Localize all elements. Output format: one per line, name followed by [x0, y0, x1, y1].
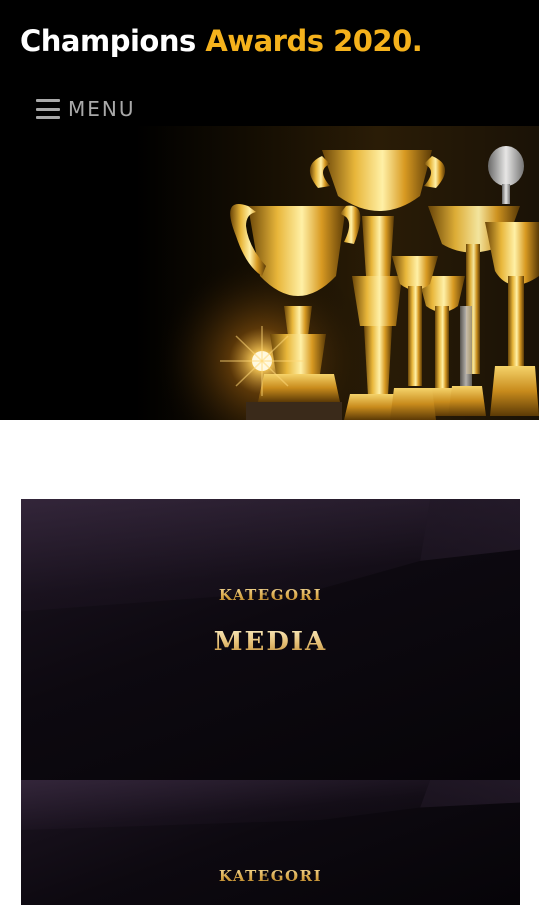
category-name: MEDIA	[21, 627, 520, 657]
menu-toggle-button[interactable]: MENU	[36, 94, 136, 124]
category-card[interactable]: KATEGORI	[21, 780, 520, 905]
site-header: Champions Awards 2020. MENU	[0, 0, 539, 126]
hero-trophies-image	[0, 126, 539, 420]
hamburger-icon	[36, 99, 60, 119]
trophies-illustration	[0, 126, 539, 420]
site-title-accent: Awards 2020.	[205, 24, 423, 58]
category-card-media[interactable]: KATEGORI MEDIA	[21, 499, 520, 780]
site-title-main: Champions	[20, 24, 206, 58]
menu-label: MENU	[68, 97, 136, 121]
category-label: KATEGORI	[21, 586, 520, 604]
site-title[interactable]: Champions Awards 2020.	[20, 24, 423, 58]
category-label: KATEGORI	[21, 867, 520, 885]
